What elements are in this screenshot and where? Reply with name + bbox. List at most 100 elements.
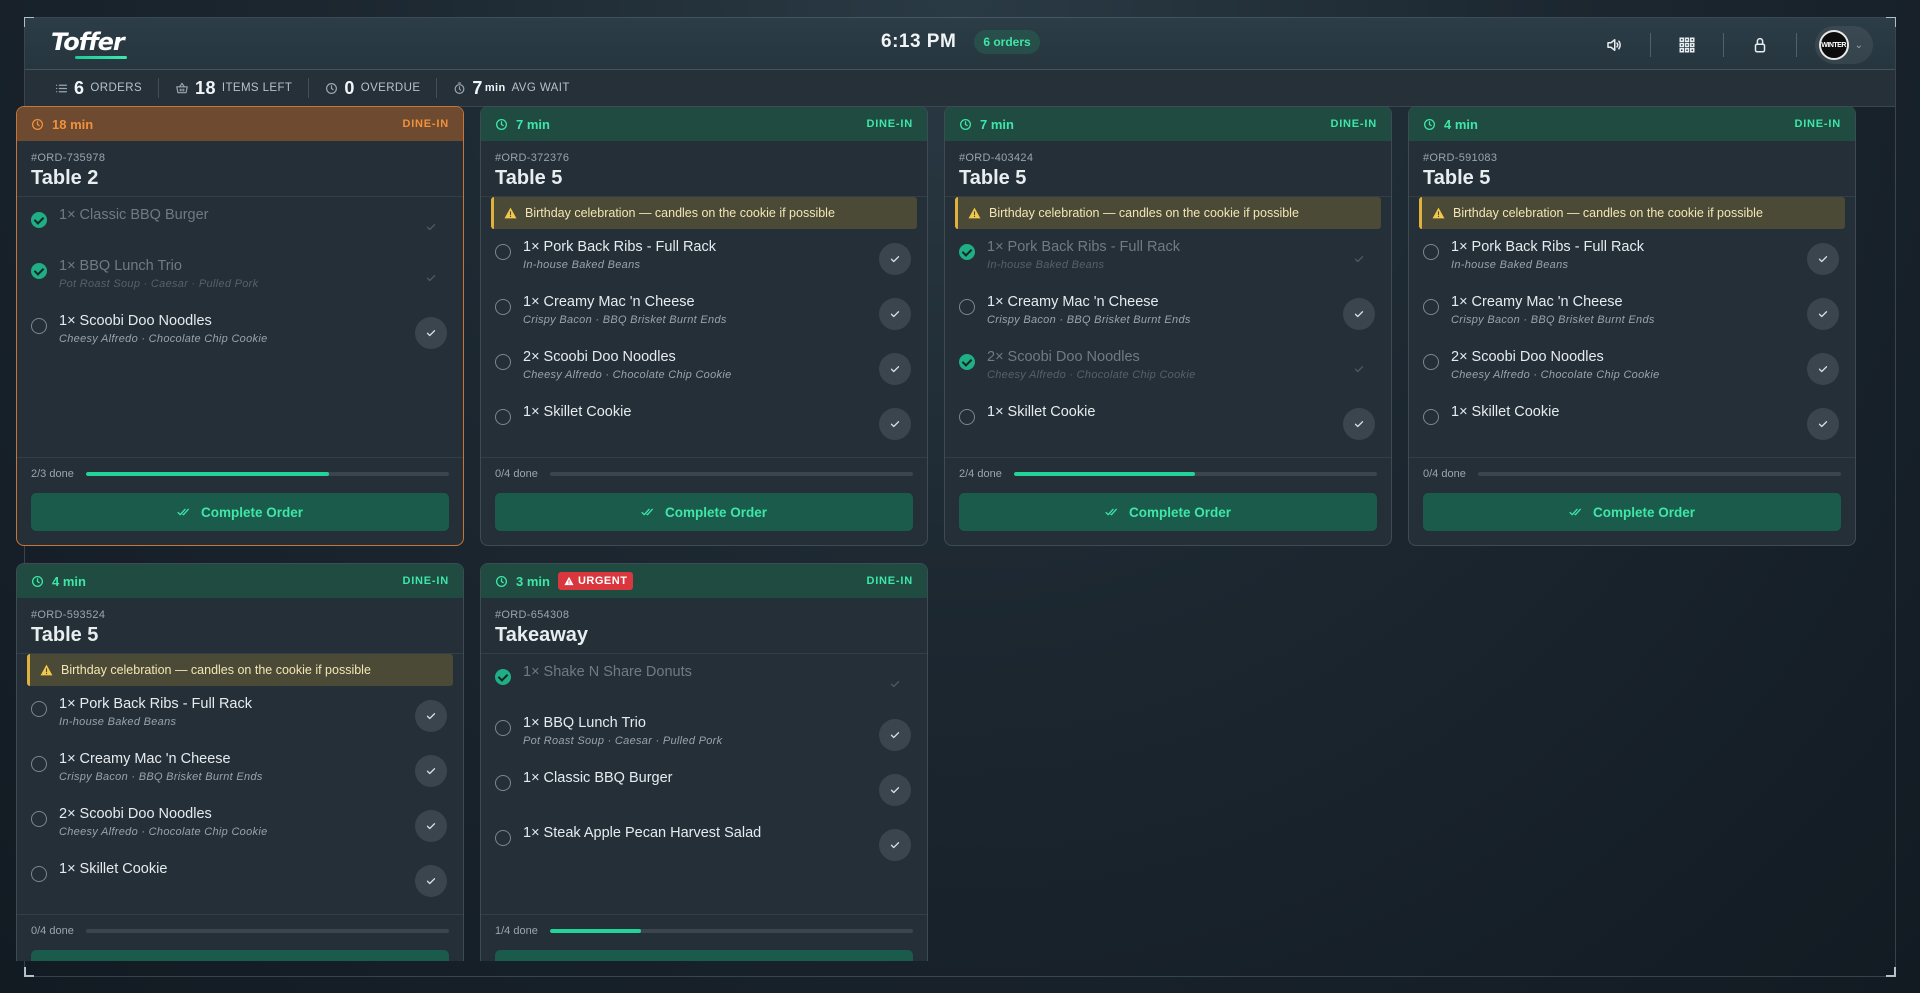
item-status-check[interactable] — [495, 669, 511, 685]
item-status-check[interactable] — [31, 212, 47, 228]
mark-item-done-button[interactable] — [1807, 353, 1839, 385]
order-item: 1× Skillet Cookie — [481, 394, 927, 449]
order-item: 2× Scoobi Doo Noodles Cheesy Alfredo · Ch… — [1409, 339, 1855, 394]
order-footer: 0/4 done Complete Order — [17, 914, 463, 961]
order-item: 1× Scoobi Doo Noodles Cheesy Alfredo · Ch… — [17, 303, 463, 358]
lock-button[interactable] — [1742, 27, 1778, 63]
mark-item-done-button[interactable] — [415, 700, 447, 732]
item-name: 1× BBQ Lunch Trio — [523, 715, 646, 731]
item-name: 1× Creamy Mac 'n Cheese — [523, 294, 695, 310]
item-status-check[interactable] — [495, 830, 511, 846]
complete-order-label: Complete Order — [1592, 504, 1696, 520]
item-status-check[interactable] — [1423, 244, 1439, 260]
item-status-check[interactable] — [31, 756, 47, 772]
mark-item-done-button[interactable] — [879, 774, 911, 806]
item-status-check[interactable] — [495, 299, 511, 315]
item-status-check[interactable] — [495, 775, 511, 791]
grid-view-button[interactable] — [1669, 27, 1705, 63]
warning-icon — [1432, 207, 1445, 219]
order-info: #ORD-403424 Table 5 — [945, 141, 1391, 197]
double-check-icon — [641, 506, 655, 518]
item-name: 1× Pork Back Ribs - Full Rack — [1451, 239, 1644, 255]
item-status-check[interactable] — [495, 720, 511, 736]
item-status-check[interactable] — [959, 244, 975, 260]
order-card-header: 7 min DINE-IN — [945, 107, 1391, 141]
sound-button[interactable] — [1596, 27, 1632, 63]
clock-icon — [31, 575, 44, 588]
order-item: 2× Scoobi Doo Noodles Cheesy Alfredo · Ch… — [481, 339, 927, 394]
item-status-check[interactable] — [959, 409, 975, 425]
complete-order-button[interactable]: Complete Order — [1423, 493, 1841, 531]
item-status-check[interactable] — [31, 318, 47, 334]
complete-order-button[interactable]: Complete Order — [959, 493, 1377, 531]
item-status-check[interactable] — [1423, 299, 1439, 315]
item-status-check[interactable] — [31, 866, 47, 882]
check-icon — [890, 256, 900, 263]
mark-item-done-button[interactable] — [879, 243, 911, 275]
item-modifiers: Crispy Bacon · BBQ Brisket Burnt Ends — [59, 771, 263, 783]
order-footer: 2/3 done Complete Order — [17, 457, 463, 545]
mark-item-done-button[interactable] — [415, 262, 447, 294]
item-status-check[interactable] — [31, 701, 47, 717]
item-name: 1× Pork Back Ribs - Full Rack — [523, 239, 716, 255]
progress-label: 0/4 done — [31, 925, 74, 937]
order-card: 4 min DINE-IN #ORD-593524 Table 5 Birthday c… — [16, 563, 464, 961]
item-modifiers: Crispy Bacon · BBQ Brisket Burnt Ends — [1451, 314, 1655, 326]
mark-item-done-button[interactable] — [1807, 298, 1839, 330]
mark-item-done-button[interactable] — [415, 755, 447, 787]
mark-item-done-button[interactable] — [879, 668, 911, 700]
order-item: 1× Creamy Mac 'n Cheese Crispy Bacon · BB… — [481, 284, 927, 339]
mark-item-done-button[interactable] — [879, 408, 911, 440]
mark-item-done-button[interactable] — [1807, 243, 1839, 275]
mark-item-done-button[interactable] — [1343, 353, 1375, 385]
user-menu-button[interactable]: WINTER ⌄ — [1814, 26, 1873, 64]
check-icon — [1354, 311, 1364, 318]
mark-item-done-button[interactable] — [879, 353, 911, 385]
mark-item-done-button[interactable] — [1343, 298, 1375, 330]
mark-item-done-button[interactable] — [1343, 408, 1375, 440]
logo: Toffer — [51, 28, 127, 59]
progress-bar — [85, 929, 449, 933]
check-icon — [426, 823, 436, 830]
order-item: 1× BBQ Lunch Trio Pot Roast Soup · Caesar… — [17, 248, 463, 303]
item-name: 1× Creamy Mac 'n Cheese — [987, 294, 1159, 310]
item-status-check[interactable] — [495, 409, 511, 425]
mark-item-done-button[interactable] — [415, 865, 447, 897]
item-modifiers: Pot Roast Soup · Caesar · Pulled Pork — [59, 278, 259, 290]
stat-items-left: 18 ITEMS LEFT — [175, 78, 308, 99]
order-item: 1× Creamy Mac 'n Cheese Crispy Bacon · BB… — [1409, 284, 1855, 339]
complete-order-button[interactable]: Complete Order — [31, 493, 449, 531]
mark-item-done-button[interactable] — [415, 810, 447, 842]
item-status-check[interactable] — [959, 354, 975, 370]
order-note-text: Birthday celebration — candles on the co… — [989, 206, 1299, 220]
timer-icon — [454, 81, 465, 94]
mark-item-done-button[interactable] — [415, 317, 447, 349]
double-check-icon — [1105, 506, 1119, 518]
check-icon — [890, 421, 900, 428]
mark-item-done-button[interactable] — [1343, 243, 1375, 275]
mark-item-done-button[interactable] — [879, 298, 911, 330]
mark-item-done-button[interactable] — [1807, 408, 1839, 440]
complete-order-button[interactable]: Complete Order — [31, 950, 449, 961]
mark-item-done-button[interactable] — [879, 829, 911, 861]
item-modifiers: Cheesy Alfredo · Chocolate Chip Cookie — [59, 826, 268, 838]
order-id: #ORD-403424 — [959, 152, 1034, 164]
item-modifiers: Crispy Bacon · BBQ Brisket Burnt Ends — [987, 314, 1191, 326]
item-status-check[interactable] — [31, 811, 47, 827]
order-item: 1× Pork Back Ribs - Full Rack In-house Ba… — [17, 686, 463, 741]
item-status-check[interactable] — [31, 263, 47, 279]
complete-order-button[interactable]: Complete Order — [495, 950, 913, 961]
item-status-check[interactable] — [495, 244, 511, 260]
item-status-check[interactable] — [495, 354, 511, 370]
item-status-check[interactable] — [1423, 354, 1439, 370]
mark-item-done-button[interactable] — [879, 719, 911, 751]
item-status-check[interactable] — [959, 299, 975, 315]
check-icon — [1818, 421, 1828, 428]
item-modifiers: Cheesy Alfredo · Chocolate Chip Cookie — [987, 369, 1196, 381]
item-status-check[interactable] — [1423, 409, 1439, 425]
urgent-badge: URGENT — [557, 572, 634, 590]
order-note: Birthday celebration — candles on the co… — [491, 197, 917, 229]
list-icon — [55, 84, 68, 92]
complete-order-button[interactable]: Complete Order — [495, 493, 913, 531]
mark-item-done-button[interactable] — [415, 211, 447, 243]
